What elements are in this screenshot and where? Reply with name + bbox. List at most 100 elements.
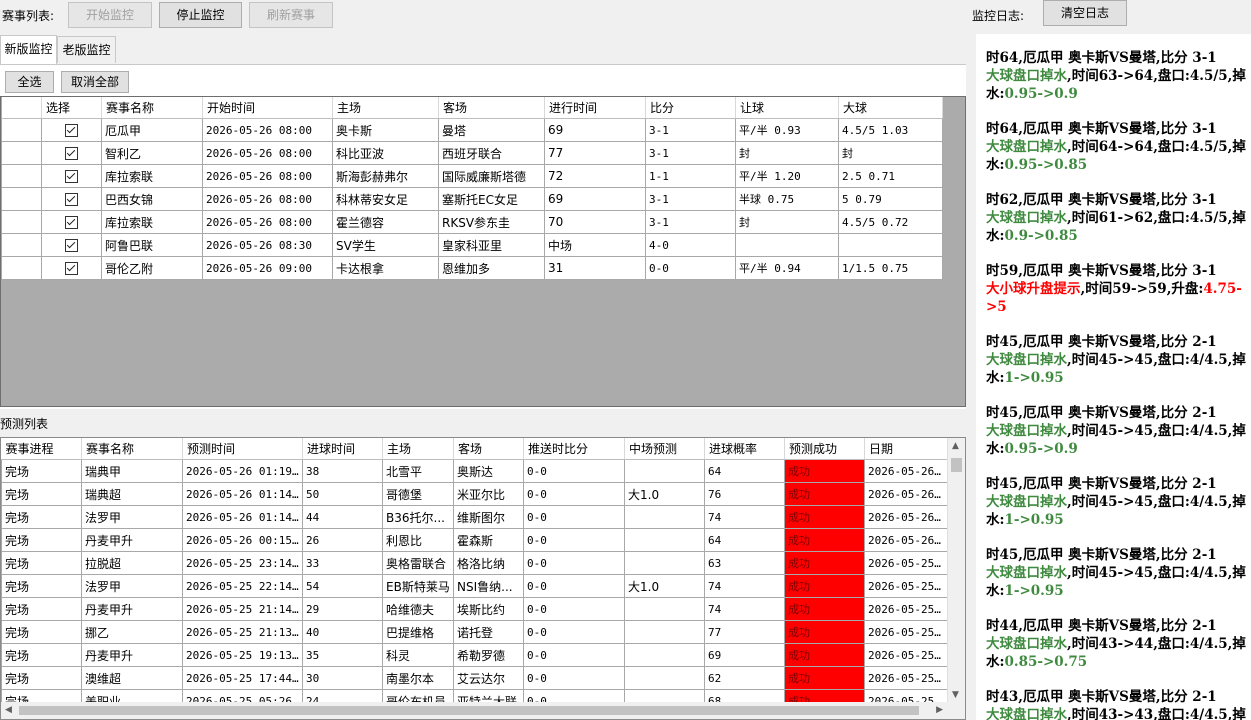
clear-log-button[interactable]: 清空日志 (1043, 0, 1127, 26)
cell-away: 格洛比纳 (453, 551, 524, 575)
cell-status: 完场 (1, 482, 82, 506)
cell-date: 2026-05-26 0... (864, 505, 950, 529)
row-header[interactable] (1, 187, 42, 211)
monitor-row[interactable]: 库拉索联 2026-05-26 08:00 斯海彭赫弗尔 国际威廉斯塔德 72 1-1 平/… (1, 164, 943, 188)
scroll-down-icon[interactable]: ▼ (952, 690, 959, 700)
checkbox-checked-icon[interactable] (65, 215, 78, 229)
col-header-date[interactable]: 日期 (864, 438, 950, 460)
monitor-row[interactable]: 巴西女锦 2026-05-26 08:00 科林蒂安女足 塞斯托EC女足 69 3-1 半球… (1, 187, 943, 211)
cell-date: 2026-05-26 0... (864, 459, 950, 483)
refresh-events-button[interactable]: 刷新赛事 (249, 2, 333, 28)
row-header[interactable] (1, 141, 42, 165)
row-header[interactable] (1, 210, 42, 234)
prediction-row[interactable]: 完场 法罗甲 2026-05-26 01:14:11 44 B36托尔... 维斯图尔 0-… (1, 505, 950, 529)
scroll-up-icon[interactable]: ▲ (952, 441, 959, 451)
col-header-away[interactable]: 客场 (453, 438, 524, 460)
select-checkbox-cell[interactable] (41, 118, 102, 142)
col-header-league[interactable]: 赛事名称 (101, 97, 203, 119)
prediction-row[interactable]: 完场 丹麦甲升 2026-05-26 00:15:29 26 利恩比 霍森斯 0-0 64 成功… (1, 528, 950, 552)
col-header-elapsed[interactable]: 进行时间 (544, 97, 646, 119)
log-entry-value: 0.95->0.9 (1004, 441, 1078, 457)
cell-score: 0-0 (645, 256, 736, 280)
monitor-row[interactable]: 阿鲁巴联 2026-05-26 08:30 SV学生 皇家科亚里 中场 4-0 (1, 233, 943, 257)
cell-result: 成功 (784, 482, 865, 506)
cell-result: 成功 (784, 528, 865, 552)
col-header-handicap[interactable]: 让球 (735, 97, 839, 119)
cell-time: 中场 (544, 233, 646, 257)
col-header-result[interactable]: 预测成功 (784, 438, 865, 460)
col-header-over[interactable]: 大球 (838, 97, 943, 119)
cell-goal-time: 44 (302, 505, 383, 529)
monitor-log-label: 监控日志: (972, 9, 1025, 23)
select-checkbox-cell[interactable] (41, 164, 102, 188)
start-monitor-button[interactable]: 开始监控 (68, 2, 152, 28)
row-header[interactable] (1, 118, 42, 142)
monitor-row[interactable]: 库拉索联 2026-05-26 08:00 霍兰德容 RKSV参东圭 70 3-1 封 4.5… (1, 210, 943, 234)
checkbox-checked-icon[interactable] (65, 238, 78, 252)
monitor-log-panel[interactable]: 时64,厄瓜甲 奥卡斯VS曼塔,比分 3-1 大球盘口掉水,时间63->64,盘口… (976, 34, 1251, 720)
col-header-goal-time[interactable]: 进球时间 (302, 438, 383, 460)
prediction-row[interactable]: 完场 法罗甲 2026-05-25 22:14:21 54 EB斯特莱马 NSI鲁纳...… (1, 574, 950, 598)
vertical-scroll-thumb[interactable] (951, 458, 962, 472)
row-header[interactable] (1, 164, 42, 188)
cell-goal-time: 40 (302, 620, 383, 644)
scroll-right-icon[interactable]: ▶ (936, 705, 943, 715)
col-header-home[interactable]: 主场 (332, 97, 439, 119)
prediction-row[interactable]: 完场 拉脱超 2026-05-25 23:14:16 33 奥格雷联合 格洛比纳 0-0 63… (1, 551, 950, 575)
col-header-select[interactable]: 选择 (41, 97, 102, 119)
prediction-horizontal-scrollbar[interactable]: ◀ ▶ (1, 702, 965, 719)
scroll-left-icon[interactable]: ◀ (5, 705, 12, 715)
col-header-league[interactable]: 赛事名称 (81, 438, 183, 460)
col-header-pred-time[interactable]: 预测时间 (182, 438, 303, 460)
deselect-all-button[interactable]: 取消全部 (61, 71, 129, 93)
checkbox-checked-icon[interactable] (65, 146, 78, 160)
col-header-status[interactable]: 赛事进程 (1, 438, 82, 460)
monitor-row[interactable]: 智利乙 2026-05-26 08:00 科比亚波 西班牙联合 77 3-1 封封 (1, 141, 943, 165)
col-header-ht-pred[interactable]: 中场预测 (624, 438, 705, 460)
col-header-home[interactable]: 主场 (382, 438, 454, 460)
cell-away: 维斯图尔 (453, 505, 524, 529)
col-header-push-score[interactable]: 推送时比分 (523, 438, 625, 460)
prediction-row[interactable]: 完场 瑞典甲 2026-05-26 01:19:16 38 北雪平 奥斯达 0-0 64 成功 2… (1, 459, 950, 483)
cell-result: 成功 (784, 643, 865, 667)
select-checkbox-cell[interactable] (41, 187, 102, 211)
horizontal-scroll-thumb[interactable] (19, 706, 919, 715)
col-header-away[interactable]: 客场 (438, 97, 545, 119)
col-header-score[interactable]: 比分 (645, 97, 736, 119)
event-list-label: 赛事列表: (2, 9, 55, 23)
cell-status: 完场 (1, 620, 82, 644)
select-all-button[interactable]: 全选 (5, 71, 54, 93)
log-entry: 时62,厄瓜甲 奥卡斯VS曼塔,比分 3-1 大球盘口掉水,时间61->62,盘口… (976, 191, 1248, 245)
cell-prob: 64 (704, 459, 785, 483)
checkbox-checked-icon[interactable] (65, 123, 78, 137)
checkbox-checked-icon[interactable] (65, 261, 78, 275)
monitor-row[interactable]: 哥伦乙附 2026-05-26 09:00 卡达根拿 恩维加多 31 0-0 平/半 0.9… (1, 256, 943, 280)
prediction-row[interactable]: 完场 丹麦甲升 2026-05-25 19:13:41 35 科灵 希勒罗德 0-0 69 成功… (1, 643, 950, 667)
select-checkbox-cell[interactable] (41, 233, 102, 257)
tab-old-monitor[interactable]: 老版监控 (57, 36, 116, 63)
cell-ht-pred (624, 551, 705, 575)
monitor-grid-header: 选择 赛事名称 开始时间 主场 客场 进行时间 比分 让球 大球 (1, 97, 943, 119)
monitor-grid: 选择 赛事名称 开始时间 主场 客场 进行时间 比分 让球 大球 厄瓜甲 2026… (0, 96, 966, 407)
select-checkbox-cell[interactable] (41, 210, 102, 234)
select-checkbox-cell[interactable] (41, 256, 102, 280)
stop-monitor-button[interactable]: 停止监控 (159, 2, 242, 28)
monitor-row[interactable]: 厄瓜甲 2026-05-26 08:00 奥卡斯 曼塔 69 3-1 平/半 0.93 4.5… (1, 118, 943, 142)
row-header[interactable] (1, 233, 42, 257)
cell-handicap: 封 (735, 210, 839, 234)
cell-score: 4-0 (645, 233, 736, 257)
tab-new-monitor[interactable]: 新版监控 (0, 35, 57, 64)
col-header-prob[interactable]: 进球概率 (704, 438, 785, 460)
prediction-row[interactable]: 完场 丹麦甲升 2026-05-25 21:14:48 29 哈维德夫 埃斯比约 0-0 74… (1, 597, 950, 621)
prediction-row[interactable]: 完场 澳维超 2026-05-25 17:44:24 30 南墨尔本 艾云达尔 0-0 62 成… (1, 666, 950, 690)
log-entry-value: 1->0.95 (1004, 512, 1064, 528)
select-checkbox-cell[interactable] (41, 141, 102, 165)
prediction-vertical-scrollbar[interactable]: ▲ ▼ (947, 438, 965, 702)
prediction-row[interactable]: 完场 瑞典超 2026-05-26 01:14:21 50 哥德堡 米亚尔比 0-0 大1.0… (1, 482, 950, 506)
checkbox-checked-icon[interactable] (65, 169, 78, 183)
row-header[interactable] (1, 256, 42, 280)
col-header-start-time[interactable]: 开始时间 (202, 97, 333, 119)
checkbox-checked-icon[interactable] (65, 192, 78, 206)
log-entry-value: 1->0.95 (1004, 583, 1064, 599)
prediction-row[interactable]: 完场 挪乙 2026-05-25 21:13:37 40 巴提维格 诺托登 0-0 77 成功 2… (1, 620, 950, 644)
